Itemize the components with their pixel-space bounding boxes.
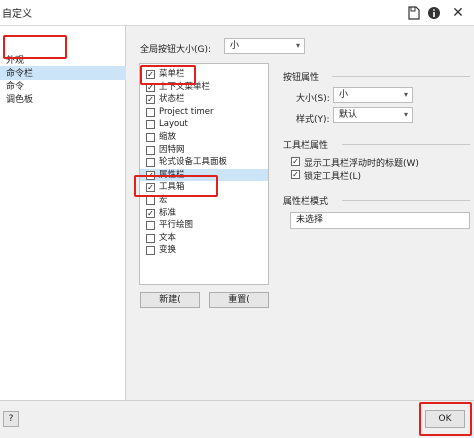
info-icon[interactable] xyxy=(424,3,444,23)
global-button-size-label: 全局按钮大小(G): xyxy=(140,45,212,55)
command-bar-list[interactable]: ✓ 菜单栏 ✓ 上下文菜单栏 ✓ 状态栏 Project timer Layout 缩放 因特网轮… xyxy=(139,63,269,285)
command-bar-checkbox[interactable] xyxy=(146,233,155,243)
style-select[interactable]: 默认 ▾ xyxy=(333,107,413,123)
command-bar-item[interactable]: 变换 xyxy=(140,244,268,257)
command-bar-item[interactable]: Layout xyxy=(140,118,268,131)
title-bar: 自定义 ✕ xyxy=(0,0,474,26)
window-title: 自定义 xyxy=(2,9,32,20)
property-mode-value: 未选择 xyxy=(296,215,324,225)
annotation-highlight xyxy=(3,35,67,59)
show-title-checkbox[interactable]: ✓ xyxy=(291,157,300,166)
command-bar-item[interactable]: 因特网 xyxy=(140,144,268,157)
command-bar-label: Project timer xyxy=(159,106,214,117)
footer-bar xyxy=(0,400,474,438)
annotation-highlight xyxy=(140,65,196,85)
command-bar-label: Layout xyxy=(159,119,188,130)
command-bar-item[interactable]: ✓ 标准 xyxy=(140,207,268,220)
global-button-size-value: 小 xyxy=(230,41,240,51)
command-bar-checkbox[interactable] xyxy=(146,133,155,142)
command-bar-item[interactable]: 平行绘图 xyxy=(140,219,268,232)
command-bar-label: 轮式设备工具面板 xyxy=(159,157,228,168)
command-bar-checkbox[interactable] xyxy=(146,196,155,205)
command-bar-checkbox[interactable]: ✓ xyxy=(146,208,155,218)
section-divider xyxy=(332,76,470,77)
command-bar-checkbox[interactable] xyxy=(146,158,155,168)
command-bar-checkbox[interactable] xyxy=(146,145,155,155)
lock-toolbar-label: 锁定工具栏(L) xyxy=(304,172,362,182)
command-bar-checkbox[interactable] xyxy=(146,107,155,117)
tree-item-command-bars[interactable]: 命令栏 xyxy=(6,67,33,81)
show-title-label: 显示工具栏浮动时的标题(W) xyxy=(304,159,419,169)
size-value: 小 xyxy=(339,90,349,100)
new-button[interactable]: 新建( xyxy=(140,292,200,308)
size-label: 大小(S): xyxy=(296,94,330,104)
command-bar-label: 文本 xyxy=(159,232,177,243)
reset-button[interactable]: 重置( xyxy=(209,292,269,308)
command-bar-checkbox[interactable] xyxy=(146,221,155,231)
annotation-highlight xyxy=(419,402,472,436)
command-bar-item[interactable]: 文本 xyxy=(140,232,268,245)
chevron-down-icon: ▾ xyxy=(403,90,408,99)
chevron-down-icon: ▾ xyxy=(295,41,300,50)
command-bar-label: 缩放 xyxy=(159,132,177,142)
command-bar-label: 变换 xyxy=(159,245,177,256)
section-divider xyxy=(342,200,470,201)
command-bar-checkbox[interactable] xyxy=(146,246,155,256)
command-bar-item[interactable]: 轮式设备工具面板 xyxy=(140,156,268,169)
lock-toolbar-checkbox[interactable]: ✓ xyxy=(291,170,300,179)
help-button[interactable]: ? xyxy=(3,411,19,427)
command-bar-item[interactable]: 缩放 xyxy=(140,131,268,144)
toolbar-props-heading: 工具栏属性 xyxy=(283,141,329,151)
category-tree: 外观 命令栏 命令 调色板 xyxy=(0,26,126,400)
close-icon[interactable]: ✕ xyxy=(448,3,468,23)
command-bar-label: 标准 xyxy=(159,207,177,218)
property-mode-heading: 属性栏模式 xyxy=(283,197,329,207)
command-bar-label: 平行绘图 xyxy=(159,220,194,231)
size-select[interactable]: 小 ▾ xyxy=(333,87,413,103)
command-bar-label: 状态栏 xyxy=(159,94,185,105)
tree-item-palettes[interactable]: 调色板 xyxy=(6,93,33,107)
command-bar-label: 因特网 xyxy=(159,144,185,155)
command-bar-checkbox[interactable] xyxy=(146,120,155,130)
command-bar-item[interactable]: Project timer xyxy=(140,106,268,119)
annotation-highlight xyxy=(134,175,218,197)
section-divider xyxy=(342,144,470,145)
property-mode-select[interactable]: 未选择 xyxy=(290,212,470,229)
global-button-size-select[interactable]: 小 ▾ xyxy=(224,38,305,54)
tree-item-commands[interactable]: 命令 xyxy=(6,80,24,94)
style-label: 样式(Y): xyxy=(296,115,330,125)
save-page-icon[interactable] xyxy=(404,3,424,23)
command-bar-checkbox[interactable]: ✓ xyxy=(146,95,155,105)
chevron-down-icon: ▾ xyxy=(403,110,408,119)
button-props-heading: 按钮属性 xyxy=(283,73,320,83)
command-bar-item[interactable]: ✓ 状态栏 xyxy=(140,93,268,106)
style-value: 默认 xyxy=(339,110,358,120)
